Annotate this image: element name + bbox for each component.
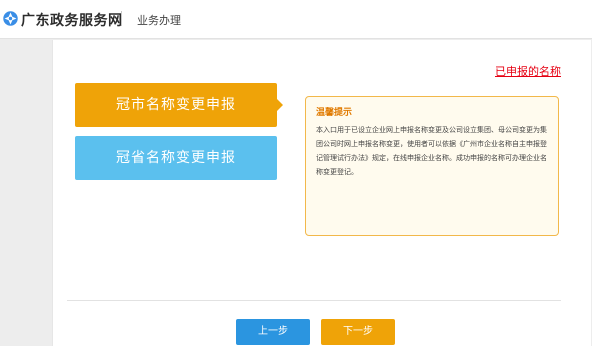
tip-body: 本入口用于已设立企业网上申报名称变更及公司设立集团、母公司变更为集团公司时网上申… — [316, 126, 547, 176]
government-logo-icon[interactable] — [2, 10, 19, 27]
section-title: 业务办理 — [137, 14, 181, 27]
selected-arrow-indicator — [277, 99, 283, 111]
footer-divider — [67, 300, 561, 301]
top-bar: 广东政务服务网 业务办理 — [0, 0, 592, 39]
site-name[interactable]: 广东政务服务网 — [21, 10, 123, 30]
content-panel: 已申报的名称 冠市名称变更申报 冠省名称变更申报 温馨提示 本入口用于已设立企业… — [52, 40, 591, 346]
header-divider — [121, 11, 122, 26]
province-name-change-button[interactable]: 冠省名称变更申报 — [75, 136, 277, 180]
previous-step-button[interactable]: 上一步 — [236, 319, 310, 345]
tip-title: 温馨提示 — [316, 108, 353, 118]
next-step-button[interactable]: 下一步 — [321, 319, 395, 345]
tip-box: 温馨提示 本入口用于已设立企业网上申报名称变更及公司设立集团、母公司变更为集团公… — [305, 96, 559, 236]
city-name-change-button[interactable]: 冠市名称变更申报 — [75, 83, 277, 127]
applied-names-link[interactable]: 已申报的名称 — [495, 63, 561, 79]
